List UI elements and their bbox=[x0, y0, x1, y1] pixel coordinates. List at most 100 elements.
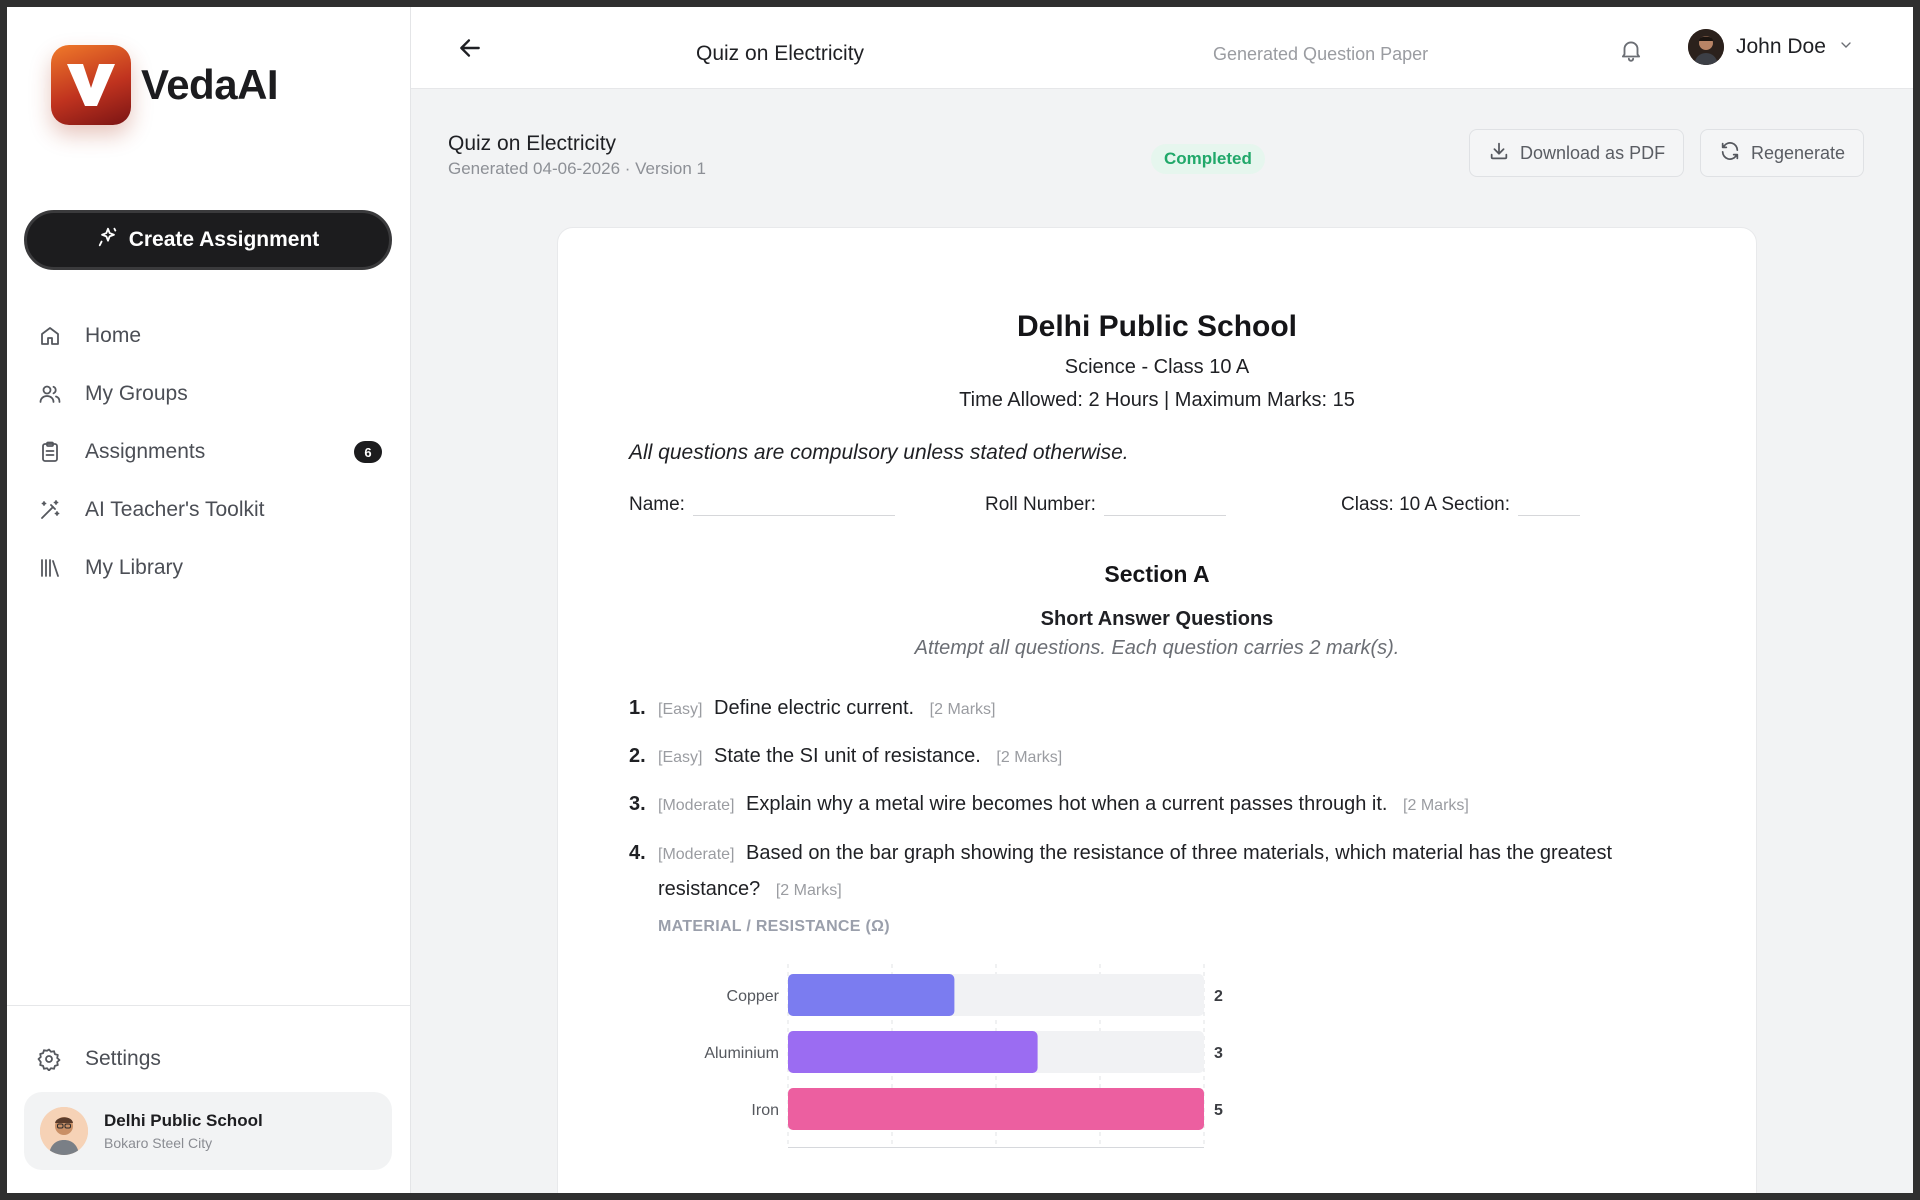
regenerate-button[interactable]: Regenerate bbox=[1700, 129, 1865, 177]
chart-value-label: 2 bbox=[1214, 988, 1223, 1005]
chart-bar bbox=[788, 1031, 1038, 1073]
sidebar-item-my-library[interactable]: My Library bbox=[37, 539, 387, 597]
sidebar-item-label: My Library bbox=[85, 556, 184, 579]
sidebar: VedaAI Create Assignment Home My Groups … bbox=[7, 7, 411, 1193]
app-window: VedaAI Create Assignment Home My Groups … bbox=[7, 7, 1913, 1193]
library-icon bbox=[37, 555, 63, 581]
question-item: 1. [Easy] Define electric current. [2 Ma… bbox=[629, 691, 1689, 727]
paper-instruction: All questions are compulsory unless stat… bbox=[629, 441, 1129, 464]
brand-logo[interactable]: VedaAI bbox=[51, 45, 279, 125]
back-arrow-icon[interactable] bbox=[455, 33, 485, 63]
sparkle-icon bbox=[97, 226, 119, 254]
status-badge: Completed bbox=[1151, 144, 1265, 174]
student-fields: Name: Roll Number: Class: 10 A Section: bbox=[629, 494, 1689, 524]
sidebar-item-home[interactable]: Home bbox=[37, 307, 387, 365]
sidebar-item-label: AI Teacher's Toolkit bbox=[85, 498, 265, 521]
question-difficulty: [Easy] bbox=[658, 749, 703, 766]
gear-icon bbox=[37, 1046, 63, 1072]
question-number: 2. bbox=[629, 745, 646, 767]
chart-category-label: Copper bbox=[727, 988, 780, 1005]
question-item: 3. [Moderate] Explain why a metal wire b… bbox=[629, 787, 1689, 823]
section-instruction: Attempt all questions. Each question car… bbox=[914, 637, 1400, 659]
question-difficulty: [Moderate] bbox=[658, 797, 735, 814]
assignment-meta: Generated 04-06-2026 · Version 1 bbox=[448, 159, 707, 178]
user-name: John Doe bbox=[1736, 35, 1826, 58]
chevron-down-icon bbox=[1838, 37, 1854, 58]
sidebar-nav: Home My Groups Assignments 6 AI Teacher'… bbox=[37, 307, 387, 597]
question-item: 2. [Easy] State the SI unit of resistanc… bbox=[629, 739, 1689, 775]
question-difficulty: [Moderate] bbox=[658, 846, 735, 863]
refresh-icon bbox=[1719, 140, 1741, 167]
brand-name: VedaAI bbox=[141, 61, 279, 108]
top-bar: Quiz on Electricity Generated Question P… bbox=[411, 7, 1913, 89]
resistance-bar-chart: MATERIAL / RESISTANCE (Ω) Copper 2 Alumini… bbox=[658, 918, 1278, 1148]
question-number: 1. bbox=[629, 697, 646, 719]
avatar bbox=[1688, 29, 1724, 65]
question-number: 3. bbox=[629, 793, 646, 815]
settings-label: Settings bbox=[85, 1047, 161, 1070]
clipboard-icon bbox=[37, 439, 63, 465]
question-item: 4. [Moderate] Based on the bar graph sho… bbox=[629, 836, 1689, 908]
question-text: Define electric current. bbox=[714, 697, 915, 719]
class-section-label: Class: 10 A Section: bbox=[1341, 494, 1510, 515]
chart-category-label: Iron bbox=[751, 1102, 779, 1119]
veda-logo-icon bbox=[51, 45, 131, 125]
sidebar-divider bbox=[7, 1005, 410, 1006]
bell-icon[interactable] bbox=[1618, 37, 1646, 65]
name-field-label: Name: bbox=[629, 494, 685, 515]
question-text: Explain why a metal wire becomes hot whe… bbox=[746, 793, 1388, 815]
question-marks: [2 Marks] bbox=[1403, 797, 1469, 814]
users-icon bbox=[37, 381, 63, 407]
download-icon bbox=[1488, 140, 1510, 167]
school-avatar bbox=[40, 1107, 88, 1155]
question-number: 4. bbox=[629, 842, 646, 864]
section-title: Section A bbox=[1104, 561, 1210, 587]
main-content: Quiz on Electricity Generated Question P… bbox=[411, 7, 1913, 1193]
sidebar-item-ai-toolkit[interactable]: AI Teacher's Toolkit bbox=[37, 481, 387, 539]
paper-school-name: Delhi Public School bbox=[1016, 310, 1298, 343]
class-section-field: Class: 10 A Section: bbox=[1341, 494, 1580, 516]
magic-wand-icon bbox=[37, 497, 63, 523]
section-line bbox=[1518, 496, 1580, 516]
roll-number-field: Roll Number: bbox=[985, 494, 1226, 516]
sidebar-item-settings[interactable]: Settings bbox=[37, 1031, 161, 1087]
create-assignment-label: Create Assignment bbox=[128, 228, 320, 251]
chart-title: MATERIAL / RESISTANCE (Ω) bbox=[658, 918, 890, 935]
assignment-title: Quiz on Electricity bbox=[448, 132, 617, 155]
name-field: Name: bbox=[629, 494, 895, 516]
home-icon bbox=[37, 323, 63, 349]
school-profile-card[interactable]: Delhi Public School Bokaro Steel City bbox=[24, 1092, 392, 1170]
regenerate-label: Regenerate bbox=[1751, 142, 1846, 163]
sidebar-item-assignments[interactable]: Assignments 6 bbox=[37, 423, 387, 481]
sidebar-item-my-groups[interactable]: My Groups bbox=[37, 365, 387, 423]
page-title: Quiz on Electricity bbox=[696, 42, 865, 65]
paper-class-line: Science - Class 10 A bbox=[1064, 356, 1250, 378]
chart-value-label: 5 bbox=[1214, 1102, 1223, 1119]
chart-bar bbox=[788, 974, 955, 1016]
assignments-count-badge: 6 bbox=[354, 441, 382, 463]
question-marks: [2 Marks] bbox=[996, 749, 1063, 766]
download-pdf-button[interactable]: Download as PDF bbox=[1469, 129, 1685, 177]
question-difficulty: [Easy] bbox=[658, 701, 703, 718]
school-name: Delhi Public School bbox=[104, 1111, 263, 1130]
create-assignment-button[interactable]: Create Assignment bbox=[24, 210, 392, 270]
sidebar-item-label: Assignments bbox=[85, 440, 206, 463]
question-paper: Delhi Public School Science - Class 10 A… bbox=[557, 227, 1757, 1193]
question-text: State the SI unit of resistance. bbox=[714, 745, 981, 767]
question-marks: [2 Marks] bbox=[929, 701, 996, 718]
user-menu[interactable]: John Doe bbox=[1688, 29, 1854, 65]
chart-canvas: Copper 2 Aluminium 3 Iron 5 bbox=[704, 964, 1223, 1148]
section-type: Short Answer Questions bbox=[1040, 608, 1274, 630]
school-city: Bokaro Steel City bbox=[104, 1135, 213, 1151]
download-pdf-label: Download as PDF bbox=[1520, 142, 1666, 163]
question-marks: [2 Marks] bbox=[775, 882, 842, 899]
paper-time-line: Time Allowed: 2 Hours | Maximum Marks: 1… bbox=[959, 389, 1355, 411]
roll-number-label: Roll Number: bbox=[985, 494, 1096, 515]
sidebar-item-label: Home bbox=[85, 324, 142, 347]
chart-bar bbox=[788, 1088, 1204, 1130]
chart-value-label: 3 bbox=[1214, 1045, 1223, 1062]
name-field-line bbox=[692, 496, 895, 516]
roll-number-line bbox=[1103, 496, 1226, 516]
sidebar-item-label: My Groups bbox=[85, 382, 188, 405]
chart-category-label: Aluminium bbox=[704, 1045, 779, 1062]
